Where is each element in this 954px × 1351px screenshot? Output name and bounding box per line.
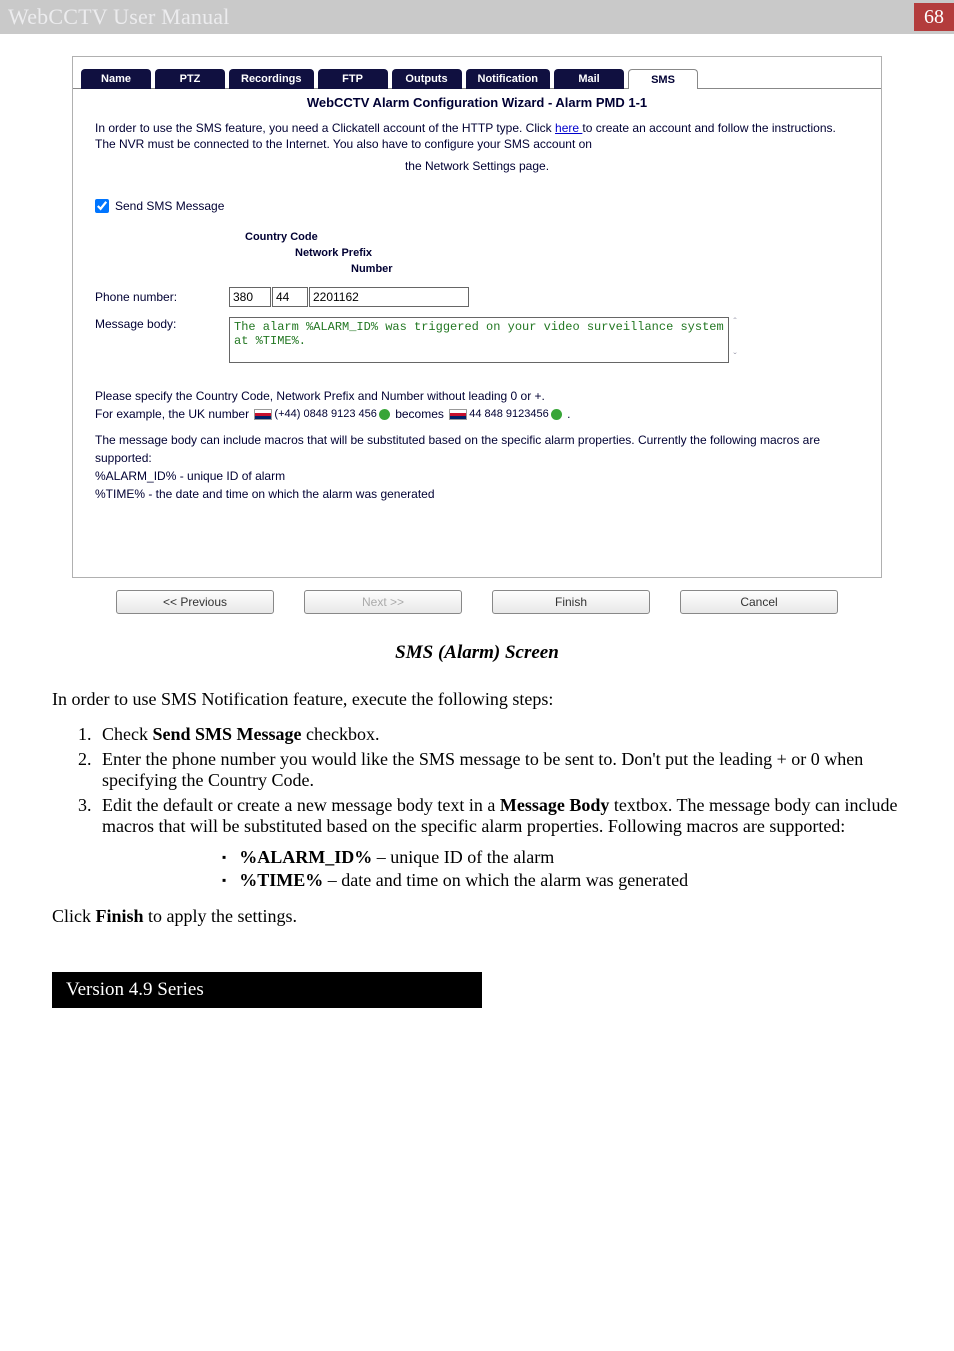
page-number: 68 xyxy=(924,6,944,29)
previous-button[interactable]: << Previous xyxy=(116,590,274,614)
page-number-box: 68 xyxy=(914,3,954,31)
figure-caption: SMS (Alarm) Screen xyxy=(52,642,902,664)
send-sms-checkbox[interactable] xyxy=(95,199,109,213)
scroll-up-icon[interactable]: ˆ xyxy=(727,317,743,328)
wizard-title: WebCCTV Alarm Configuration Wizard - Ala… xyxy=(95,93,859,120)
step-2: Enter the phone number you would like th… xyxy=(96,749,902,791)
flag-icon xyxy=(449,409,467,420)
clickatell-link[interactable]: here xyxy=(555,121,582,135)
col-country-code: Country Code xyxy=(245,231,318,243)
help-macro-alarmid: %ALARM_ID% - unique ID of alarm xyxy=(95,467,859,485)
tab-sms[interactable]: SMS xyxy=(628,69,698,89)
help-line1: Please specify the Country Code, Network… xyxy=(95,387,859,405)
flag-icon xyxy=(254,409,272,420)
help-line2: For example, the UK number (+44) 0848 91… xyxy=(95,405,859,423)
doc-title: WebCCTV User Manual xyxy=(8,4,230,30)
steps-list: Check Send SMS Message checkbox. Enter t… xyxy=(96,724,902,837)
footer-version: Version 4.9 Series xyxy=(52,972,482,1008)
wizard-screenshot: Name PTZ Recordings FTP Outputs Notifica… xyxy=(72,56,882,578)
help-block: Please specify the Country Code, Network… xyxy=(95,387,859,563)
phone-number-input[interactable] xyxy=(309,287,469,307)
tab-outputs[interactable]: Outputs xyxy=(392,69,462,89)
tab-mail[interactable]: Mail xyxy=(554,69,624,89)
textarea-scrollbar[interactable]: ˆ ˇ xyxy=(727,317,745,363)
wizard-button-row: << Previous Next >> Finish Cancel xyxy=(72,578,882,628)
dial-icon xyxy=(379,409,390,420)
col-number: Number xyxy=(351,263,393,275)
help-line3: The message body can include macros that… xyxy=(95,431,859,467)
header-band: WebCCTV User Manual 68 xyxy=(0,0,954,34)
tab-notification[interactable]: Notification xyxy=(466,69,551,89)
phone-network-prefix-input[interactable] xyxy=(272,287,308,307)
tab-name[interactable]: Name xyxy=(81,69,151,89)
cancel-button[interactable]: Cancel xyxy=(680,590,838,614)
step-1: Check Send SMS Message checkbox. xyxy=(96,724,902,745)
wizard-intro: In order to use the SMS feature, you nee… xyxy=(95,120,859,158)
tab-ptz[interactable]: PTZ xyxy=(155,69,225,89)
finish-button[interactable]: Finish xyxy=(492,590,650,614)
scroll-down-icon[interactable]: ˇ xyxy=(727,352,743,363)
macros-list: %ALARM_ID% – unique ID of the alarm %TIM… xyxy=(222,847,902,891)
paragraph-apply: Click Finish to apply the settings. xyxy=(52,905,902,928)
macro-time: %TIME% – date and time on which the alar… xyxy=(222,870,902,891)
phone-number-label: Phone number: xyxy=(95,290,229,304)
wizard-intro-2: the Network Settings page. xyxy=(95,158,859,194)
column-labels: Country Code Network Prefix Number xyxy=(245,231,859,285)
phone-country-code-input[interactable] xyxy=(229,287,271,307)
tab-ftp[interactable]: FTP xyxy=(318,69,388,89)
col-network-prefix: Network Prefix xyxy=(295,247,372,259)
help-macro-time: %TIME% - the date and time on which the … xyxy=(95,485,859,503)
message-body-input[interactable] xyxy=(229,317,729,363)
macro-alarm-id: %ALARM_ID% – unique ID of the alarm xyxy=(222,847,902,868)
tab-recordings[interactable]: Recordings xyxy=(229,69,314,89)
tab-bar: Name PTZ Recordings FTP Outputs Notifica… xyxy=(73,57,881,89)
step-3: Edit the default or create a new message… xyxy=(96,795,902,837)
next-button[interactable]: Next >> xyxy=(304,590,462,614)
message-body-label: Message body: xyxy=(95,317,229,331)
dial-icon xyxy=(551,409,562,420)
paragraph-intro: In order to use SMS Notification feature… xyxy=(52,688,902,711)
send-sms-label: Send SMS Message xyxy=(115,199,224,213)
